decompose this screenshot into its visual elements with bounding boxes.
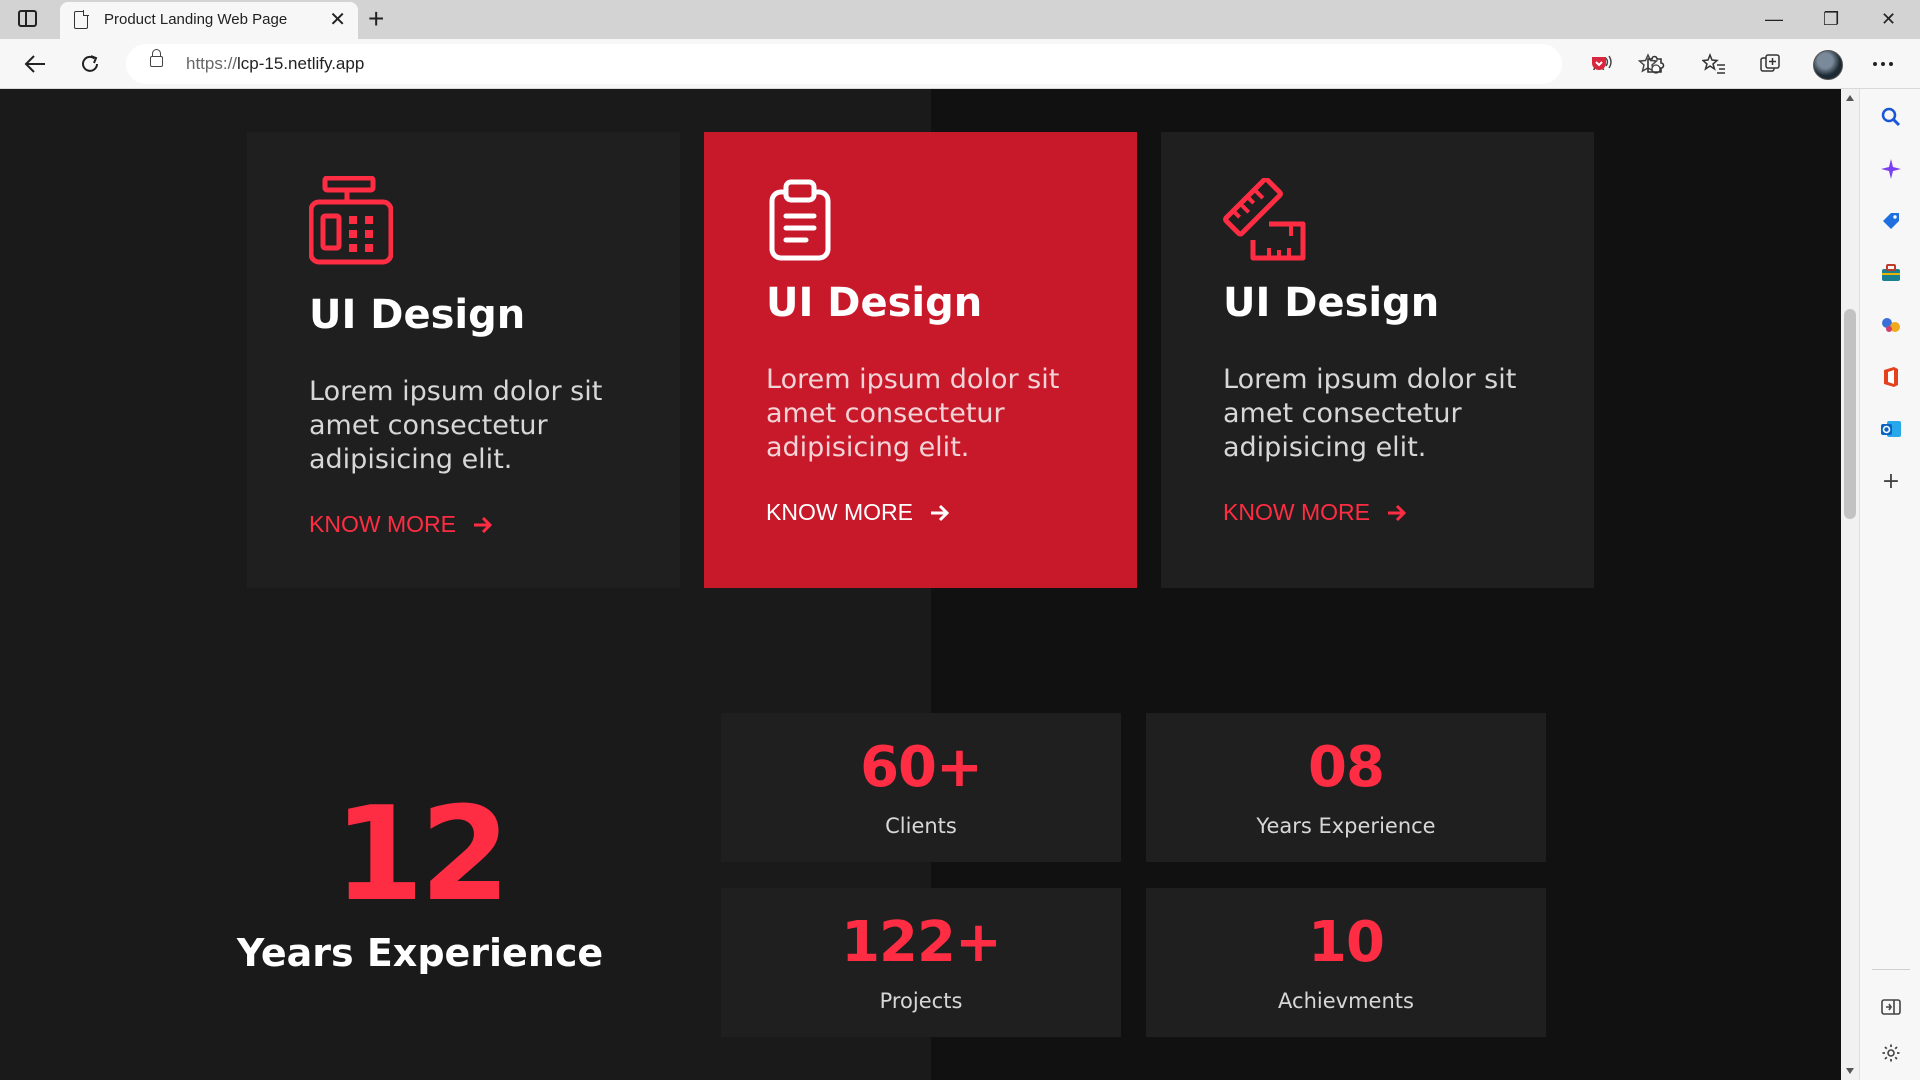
scroll-up-icon[interactable] — [1846, 95, 1854, 101]
copilot-sparkle-icon[interactable] — [1879, 157, 1903, 181]
experience-number: 12 — [333, 778, 511, 930]
service-card-active: UI Design Lorem ipsum dolor sit amet con… — [704, 132, 1137, 588]
stat-card: 10 Achievments — [1146, 888, 1546, 1037]
lock-icon[interactable] — [150, 49, 163, 67]
service-card: UI Design Lorem ipsum dolor sit amet con… — [1161, 132, 1594, 588]
tab-actions-icon[interactable] — [18, 10, 37, 27]
stat-card: 122+ Projects — [721, 888, 1121, 1037]
stat-number: 122+ — [841, 910, 1002, 975]
stat-card: 08 Years Experience — [1146, 713, 1546, 862]
card-description: Lorem ipsum dolor sit amet consectetur a… — [1223, 364, 1517, 463]
arrow-right-icon — [473, 516, 493, 533]
search-icon[interactable] — [1879, 105, 1903, 129]
experience-label: Years Experience — [236, 931, 604, 975]
refresh-icon[interactable] — [75, 49, 105, 79]
sidebar-divider — [1872, 969, 1910, 970]
stat-number: 08 — [1308, 735, 1385, 800]
know-more-link[interactable]: KNOW MORE — [1223, 499, 1408, 526]
stat-card: 60+ Clients — [721, 713, 1121, 862]
favorites-icon[interactable] — [1699, 49, 1729, 79]
collections-icon[interactable] — [1755, 49, 1785, 79]
stat-label: Years Experience — [1256, 814, 1436, 838]
know-more-label: KNOW MORE — [1223, 499, 1370, 525]
address-bar[interactable]: https://lcp-15.netlify.app A — [126, 44, 1661, 84]
new-tab-button[interactable]: + — [368, 4, 384, 34]
close-window-button[interactable]: ✕ — [1881, 6, 1896, 32]
arrow-right-icon — [1387, 504, 1407, 521]
stat-number: 10 — [1308, 910, 1385, 975]
extensions-icon[interactable] — [1640, 49, 1670, 79]
tab-close-icon[interactable]: ✕ — [329, 8, 346, 32]
card-title: UI Design — [766, 280, 983, 326]
card-title: UI Design — [309, 292, 526, 338]
clipboard-icon — [769, 179, 831, 261]
arrow-right-icon — [930, 504, 950, 521]
office-icon[interactable] — [1879, 365, 1903, 389]
maximize-button[interactable]: ❐ — [1823, 6, 1839, 32]
browser-tab[interactable]: Product Landing Web Page ✕ — [60, 2, 358, 39]
more-options-icon[interactable] — [1868, 49, 1898, 79]
stat-number: 60+ — [860, 735, 983, 800]
games-icon[interactable] — [1879, 313, 1903, 337]
edge-sidebar: + — [1859, 89, 1920, 1080]
add-sidebar-app-icon[interactable]: + — [1879, 469, 1903, 494]
know-more-link[interactable]: KNOW MORE — [766, 499, 951, 526]
minimize-button[interactable]: — — [1765, 6, 1783, 32]
stat-label: Clients — [885, 814, 957, 838]
know-more-label: KNOW MORE — [309, 511, 456, 537]
know-more-link[interactable]: KNOW MORE — [309, 511, 494, 538]
cash-register-icon — [309, 176, 393, 265]
scroll-thumb[interactable] — [1844, 309, 1856, 519]
pocket-extension-icon[interactable] — [1584, 49, 1614, 79]
page-scrollbar[interactable] — [1841, 89, 1859, 1080]
card-description: Lorem ipsum dolor sit amet consectetur a… — [766, 364, 1060, 463]
stat-label: Projects — [879, 989, 963, 1013]
service-card: UI Design Lorem ipsum dolor sit amet con… — [247, 132, 680, 588]
card-description: Lorem ipsum dolor sit amet consectetur a… — [309, 376, 603, 475]
page-icon — [74, 10, 89, 29]
stat-label: Achievments — [1278, 989, 1414, 1013]
tab-title: Product Landing Web Page — [104, 11, 288, 28]
tab-bar: Product Landing Web Page ✕ + — ❐ ✕ — [0, 0, 1920, 39]
tools-briefcase-icon[interactable] — [1879, 261, 1903, 285]
shopping-tag-icon[interactable] — [1879, 209, 1903, 233]
profile-avatar[interactable] — [1813, 50, 1843, 80]
back-icon[interactable] — [20, 49, 50, 79]
settings-gear-icon[interactable] — [1879, 1041, 1903, 1065]
know-more-label: KNOW MORE — [766, 499, 913, 525]
outlook-icon[interactable] — [1879, 417, 1903, 441]
url-text: https://lcp-15.netlify.app — [186, 54, 365, 73]
page-viewport: UI Design Lorem ipsum dolor sit amet con… — [0, 89, 1841, 1080]
browser-toolbar: https://lcp-15.netlify.app A — [0, 39, 1920, 89]
ruler-pencil-icon — [1223, 178, 1306, 261]
scroll-down-icon[interactable] — [1846, 1068, 1854, 1074]
card-title: UI Design — [1223, 280, 1440, 326]
hide-sidebar-icon[interactable] — [1879, 995, 1903, 1019]
